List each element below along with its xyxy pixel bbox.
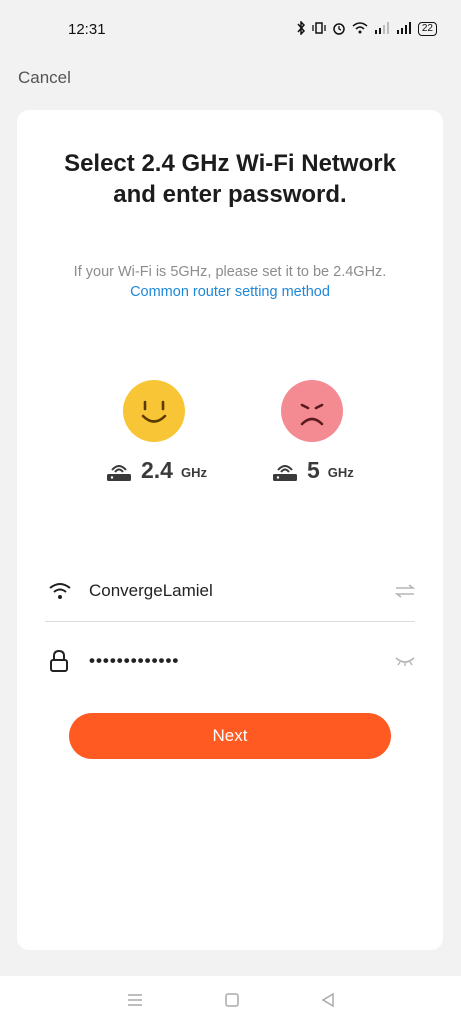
status-icons: 22 bbox=[296, 19, 437, 38]
status-bar: 12:31 22 bbox=[0, 0, 461, 58]
router-setting-link[interactable]: Common router setting method bbox=[130, 284, 330, 300]
back-icon[interactable] bbox=[321, 993, 335, 1007]
next-button[interactable]: Next bbox=[69, 713, 391, 759]
menu-icon[interactable] bbox=[127, 994, 143, 1006]
band-5ghz: 5 GHz bbox=[271, 458, 354, 482]
wifi-icon bbox=[352, 21, 368, 37]
password-field[interactable]: ••••••••••••• bbox=[45, 630, 415, 692]
band-unit: GHz bbox=[180, 465, 207, 480]
alarm-icon bbox=[332, 21, 346, 38]
signal-icon bbox=[374, 21, 390, 37]
home-icon[interactable] bbox=[224, 993, 239, 1007]
router-icon bbox=[271, 460, 299, 482]
smiley-face-icon bbox=[123, 380, 185, 442]
battery-icon: 22 bbox=[417, 22, 437, 36]
band-unit: GHz bbox=[327, 465, 354, 480]
band-value: 5 bbox=[307, 457, 320, 483]
router-icon bbox=[105, 460, 133, 482]
wifi-name-value[interactable]: ConvergeLamiel bbox=[89, 581, 385, 601]
band-value: 2.4 bbox=[141, 457, 173, 483]
sad-face-icon bbox=[281, 380, 343, 442]
hint-text: If your Wi-Fi is 5GHz, please set it to … bbox=[57, 262, 403, 302]
wifi-icon bbox=[45, 582, 89, 600]
vibrate-icon bbox=[312, 21, 326, 38]
password-value[interactable]: ••••••••••••• bbox=[89, 651, 385, 671]
cancel-button[interactable]: Cancel bbox=[18, 68, 71, 88]
lock-icon bbox=[45, 650, 89, 672]
switch-network-icon[interactable] bbox=[385, 583, 415, 598]
wifi-setup-card: Select 2.4 GHz Wi-Fi Network and enter p… bbox=[17, 110, 443, 950]
status-time: 12:31 bbox=[68, 20, 106, 38]
signal-icon bbox=[396, 21, 412, 37]
eye-closed-icon[interactable] bbox=[385, 655, 415, 667]
band-2-4ghz: 2.4 GHz bbox=[105, 458, 207, 482]
hint-message: If your Wi-Fi is 5GHz, please set it to … bbox=[73, 264, 387, 280]
wifi-name-field[interactable]: ConvergeLamiel bbox=[45, 560, 415, 622]
bluetooth-icon bbox=[296, 19, 306, 38]
system-nav-bar bbox=[0, 976, 461, 1024]
page-title: Select 2.4 GHz Wi-Fi Network and enter p… bbox=[64, 150, 396, 208]
